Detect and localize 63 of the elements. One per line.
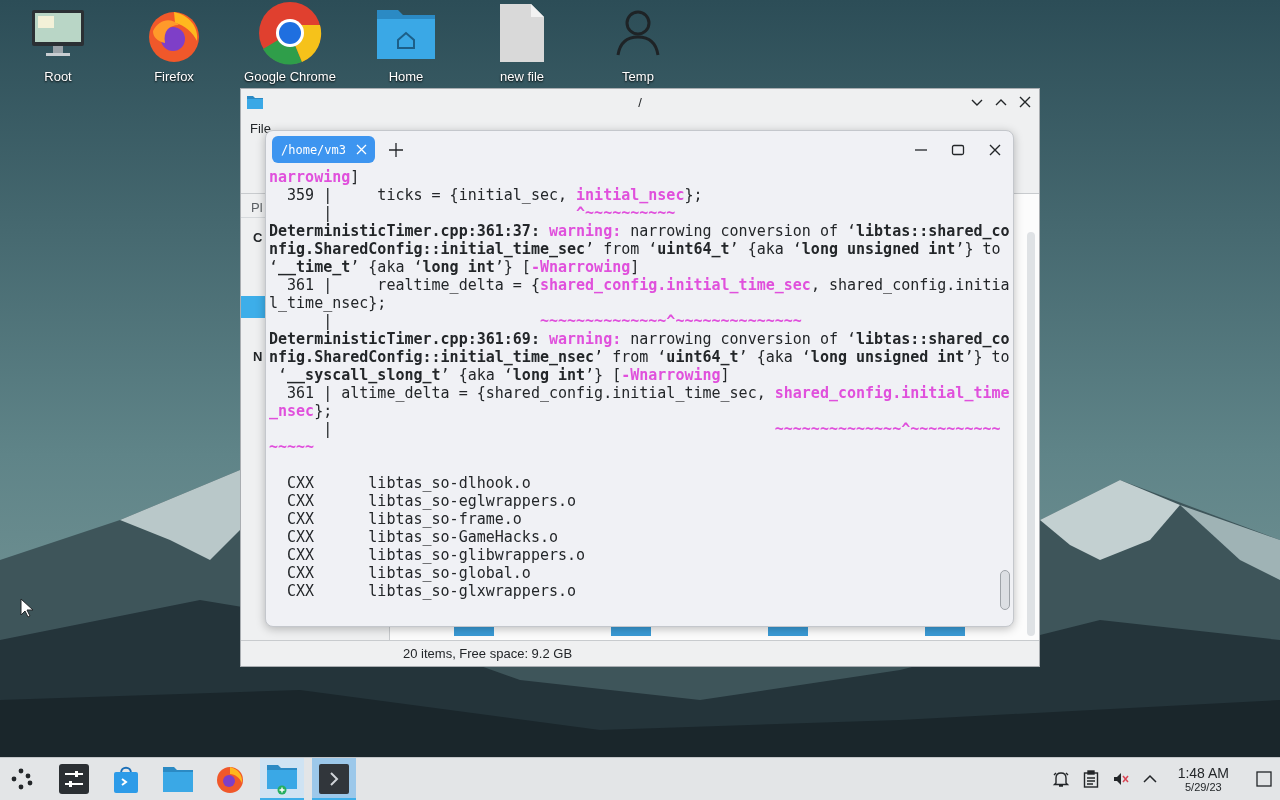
- desktop-icon-label[interactable]: Temp: [622, 69, 654, 84]
- folder-icon[interactable]: [925, 626, 965, 636]
- folder-icon[interactable]: [611, 626, 651, 636]
- terminal-line: DeterministicTimer.cpp:361:69: warning: narrowing conversion of ‘libtas::shared_co: [269, 330, 1011, 348]
- sliders-icon: [59, 764, 89, 794]
- terminal-line: _nsec};: [269, 402, 334, 420]
- browser-icon: [215, 764, 245, 794]
- status-text: 20 items, Free space: 9.2 GB: [403, 646, 573, 661]
- terminal-line: CXX libtas_so-frame.o: [286, 510, 523, 528]
- terminal-line: CXX libtas_so-GameHacks.o: [286, 528, 559, 546]
- clipboard-icon[interactable]: [1082, 770, 1099, 788]
- folder-icon: [162, 765, 194, 793]
- caret-up-icon[interactable]: [1142, 774, 1157, 784]
- terminal-line: narrowing]: [269, 168, 361, 186]
- terminal-line: CXX libtas_so-glibwrappers.o: [286, 546, 587, 564]
- taskbar-button[interactable]: [312, 758, 356, 800]
- terminal-line: ‘__time_t’ {aka ‘long int’} [-Wnarrowing]: [269, 258, 641, 276]
- sidebar-item[interactable]: N: [241, 345, 265, 367]
- desktop-icon-label[interactable]: Firefox: [154, 69, 194, 84]
- terminal-line: ‘__syscall_slong_t’ {aka ‘long int’} [-Wnarrowing]: [277, 366, 731, 384]
- terminal-line: nfig.SharedConfig::initial_time_sec’ from ‘uint64_t’ {aka ‘long unsigned int’} to: [269, 240, 1002, 258]
- terminal-line: CXX libtas_so-glxwrappers.o: [286, 582, 578, 600]
- close-icon[interactable]: [1017, 94, 1033, 110]
- terminal-line: 359 | ticks = {initial_sec, initial_nsec};: [286, 186, 704, 204]
- window-title: /: [638, 94, 642, 110]
- desktop-icon-label[interactable]: Home: [388, 69, 424, 84]
- menu-item[interactable]: File: [250, 120, 271, 136]
- clock-time[interactable]: 1:48 AM: [1177, 765, 1229, 781]
- sidebar-item[interactable]: C: [241, 226, 265, 248]
- terminal-line: CXX libtas_so-global.o: [286, 564, 532, 582]
- launcher-icon: [10, 767, 34, 791]
- terminal-line: DeterministicTimer.cpp:361:37: warning: narrowing conversion of ‘libtas::shared_co: [269, 222, 1011, 240]
- terminal-line: CXX libtas_so-eglwrappers.o: [286, 492, 578, 510]
- show-desktop-icon[interactable]: [1256, 771, 1272, 787]
- folder-icon[interactable]: [454, 626, 494, 636]
- terminal-line: | ~~~~~~~~~~~~~~^~~~~~~~~~~~~~~: [322, 312, 803, 330]
- terminal-line: 361 | altime_delta = {shared_config.initial_time_sec, shared_config.initial_time: [286, 384, 1011, 402]
- user-icon: [615, 9, 661, 57]
- folder-icon[interactable]: [768, 626, 808, 636]
- desktop-icon-label[interactable]: new file: [499, 69, 545, 84]
- shopping-bag-icon: [112, 764, 140, 794]
- mouse-pointer-icon: [20, 598, 34, 618]
- file-icon: [499, 3, 545, 63]
- desktop-icon-label[interactable]: Root: [44, 69, 72, 84]
- panel-heading: Pl: [251, 200, 264, 215]
- browser-icon: [258, 1, 322, 65]
- plus-icon[interactable]: [389, 142, 404, 157]
- folder-icon: [247, 95, 263, 109]
- terminal-line: CXX libtas_so-dlhook.o: [286, 474, 532, 492]
- desktop-icon-label[interactable]: Google Chrome: [244, 69, 336, 84]
- scrollbar[interactable]: [1027, 232, 1035, 636]
- monitor-icon: [31, 8, 85, 58]
- terminal-line: nfig.SharedConfig::initial_time_nsec’ from ‘uint64_t’ {aka ‘long unsigned int’} to: [269, 348, 1011, 366]
- terminal-line: 361 | realtime_delta = {shared_config.initial_time_sec, shared_config.initia: [286, 276, 1011, 294]
- folder-icon: [266, 763, 298, 795]
- bell-icon[interactable]: [1051, 770, 1070, 788]
- terminal-icon: [319, 764, 349, 794]
- terminal-line: ~~~~~: [269, 438, 316, 456]
- terminal-line: | ~~~~~~~~~~~~~~^~~~~~~~~~~: [322, 420, 1002, 438]
- scrollbar-thumb[interactable]: [1000, 570, 1010, 610]
- terminal-line: | ^~~~~~~~~~~: [322, 204, 677, 222]
- terminal-line: l_time_nsec};: [269, 294, 388, 312]
- clock-date[interactable]: 5/29/23: [1184, 781, 1222, 793]
